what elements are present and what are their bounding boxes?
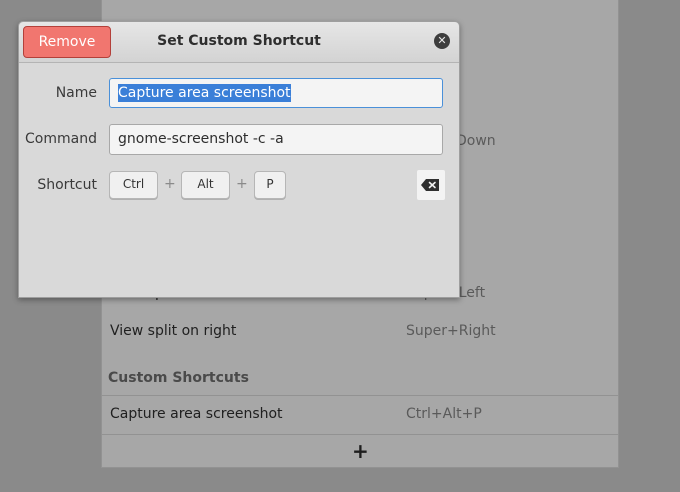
shortcut-accel: Ctrl+Alt+P — [406, 406, 482, 422]
name-input[interactable]: Capture area screenshot — [109, 78, 443, 108]
close-icon[interactable]: ✕ — [434, 33, 450, 49]
command-input[interactable]: gnome-screenshot -c -a — [109, 124, 443, 155]
section-title-custom-shortcuts: Custom Shortcuts — [108, 370, 249, 386]
command-input-value: gnome-screenshot -c -a — [118, 131, 284, 147]
shortcut-name: View split on right — [110, 323, 237, 339]
key-separator: + — [164, 176, 176, 192]
custom-shortcut-row[interactable]: Capture area screenshot Ctrl+Alt+P — [102, 396, 618, 435]
partial-accel-text: Down — [456, 133, 496, 149]
dialog-title: Set Custom Shortcut — [157, 33, 321, 49]
key-separator: + — [236, 176, 248, 192]
clear-shortcut-button[interactable] — [417, 170, 445, 200]
name-label: Name — [55, 85, 97, 101]
keycap-ctrl: Ctrl — [109, 171, 158, 199]
add-shortcut-button[interactable]: + — [102, 435, 618, 468]
dialog-titlebar: Remove Set Custom Shortcut ✕ — [19, 22, 459, 63]
plus-icon: + — [352, 439, 369, 463]
keycap-p: P — [254, 171, 286, 199]
shortcut-row-view-split-right[interactable]: View split on right Super+Right — [102, 313, 618, 351]
name-input-value: Capture area screenshot — [118, 84, 291, 102]
backspace-icon — [421, 179, 439, 191]
custom-shortcuts-list: Capture area screenshot Ctrl+Alt+P + — [102, 395, 618, 468]
shortcut-accel: Super+Right — [406, 323, 496, 339]
shortcut-name: Capture area screenshot — [110, 406, 283, 422]
keycap-alt: Alt — [181, 171, 230, 199]
shortcut-label: Shortcut — [37, 177, 97, 193]
command-label: Command — [25, 131, 97, 147]
set-custom-shortcut-dialog: Remove Set Custom Shortcut ✕ Name Captur… — [18, 21, 460, 298]
